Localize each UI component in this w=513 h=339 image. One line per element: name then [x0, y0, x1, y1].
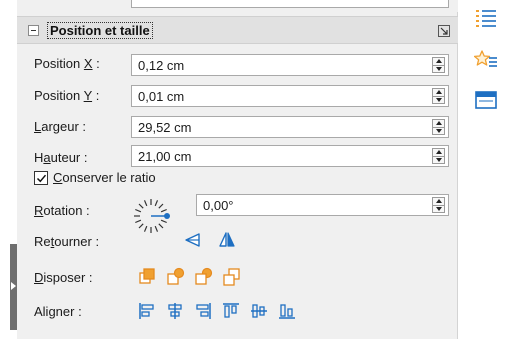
width-spinner[interactable] [432, 119, 445, 135]
more-options-icon[interactable] [438, 25, 450, 37]
rotation-label: Rotation : [34, 203, 90, 218]
align-left-icon[interactable] [136, 300, 158, 322]
width-field[interactable]: 29,52 cm [131, 116, 449, 138]
rotation-value[interactable]: 0,00° [203, 198, 234, 213]
spin-down-icon[interactable] [436, 98, 442, 102]
send-to-back-icon[interactable] [220, 266, 242, 288]
sidebar-collapse-handle[interactable] [10, 244, 17, 330]
rotation-spinner[interactable] [432, 197, 445, 213]
height-spinner[interactable] [432, 148, 445, 164]
height-label: Hauteur : [34, 150, 88, 165]
expand-arrow-icon [11, 282, 16, 290]
bring-forward-icon[interactable] [164, 266, 186, 288]
previous-panel-remnant [17, 0, 458, 12]
properties-icon[interactable] [474, 6, 498, 30]
keep-ratio-label[interactable]: Conserver le ratio [53, 170, 156, 186]
panel-header[interactable]: Position et taille [17, 16, 458, 44]
height-field[interactable]: 21,00 cm [131, 145, 449, 167]
flip-label: Retourner : [34, 234, 100, 249]
send-backward-icon[interactable] [192, 266, 214, 288]
spin-down-icon[interactable] [436, 129, 442, 133]
spin-up-icon[interactable] [436, 199, 442, 203]
spin-up-icon[interactable] [436, 59, 442, 63]
align-center-icon[interactable] [164, 300, 186, 322]
spin-down-icon[interactable] [436, 158, 442, 162]
bring-to-front-icon[interactable] [136, 266, 158, 288]
spin-up-icon[interactable] [436, 121, 442, 125]
flip-vertical-icon[interactable] [182, 229, 204, 251]
sidebar-deck: Position et taille Position X : 0,12 cm … [17, 0, 458, 339]
position-y-field[interactable]: 0,01 cm [131, 85, 449, 107]
previous-panel-label-clipped [32, 0, 82, 4]
align-top-icon[interactable] [220, 300, 242, 322]
align-right-icon[interactable] [192, 300, 214, 322]
position-x-field[interactable]: 0,12 cm [131, 54, 449, 76]
spin-down-icon[interactable] [436, 207, 442, 211]
collapse-panel-icon[interactable] [28, 25, 39, 36]
keep-ratio-checkbox[interactable] [34, 171, 48, 185]
styles-icon[interactable] [474, 48, 498, 72]
position-y-label: Position Y : [34, 88, 100, 103]
width-label: Largeur : [34, 119, 87, 134]
spin-up-icon[interactable] [436, 90, 442, 94]
position-y-value[interactable]: 0,01 cm [138, 89, 184, 104]
align-bottom-icon[interactable] [276, 300, 298, 322]
sidebar-tab-bar [458, 0, 513, 339]
panel-title[interactable]: Position et taille [47, 22, 153, 39]
rotation-dial[interactable] [131, 196, 171, 236]
flip-horizontal-icon[interactable] [216, 229, 238, 251]
position-x-spinner[interactable] [432, 57, 445, 73]
height-value[interactable]: 21,00 cm [138, 149, 191, 164]
gallery-icon[interactable] [474, 88, 498, 112]
width-value[interactable]: 29,52 cm [138, 120, 191, 135]
previous-panel-field-clipped [131, 0, 449, 8]
spin-down-icon[interactable] [436, 67, 442, 71]
align-label: Aligner : [34, 304, 82, 319]
position-y-spinner[interactable] [432, 88, 445, 104]
checkmark-icon [36, 174, 47, 183]
spin-up-icon[interactable] [436, 150, 442, 154]
rotation-field[interactable]: 0,00° [196, 194, 449, 216]
arrange-label: Disposer : [34, 270, 93, 285]
position-x-value[interactable]: 0,12 cm [138, 58, 184, 73]
position-x-label: Position X : [34, 56, 100, 71]
align-middle-icon[interactable] [248, 300, 270, 322]
